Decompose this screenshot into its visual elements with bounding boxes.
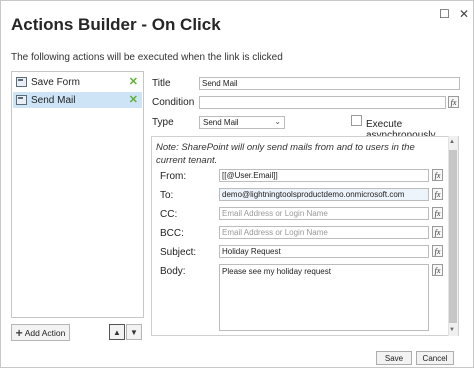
- maximize-icon[interactable]: ☐: [439, 7, 450, 21]
- dialog-subtitle: The following actions will be executed w…: [11, 52, 283, 63]
- bcc-input[interactable]: Email Address or Login Name: [219, 226, 429, 239]
- cc-input[interactable]: Email Address or Login Name: [219, 207, 429, 220]
- remove-action-icon[interactable]: ✕: [129, 93, 138, 106]
- move-down-button[interactable]: ▼: [126, 324, 142, 340]
- to-label: To:: [160, 190, 174, 201]
- dialog-title: Actions Builder - On Click: [11, 15, 221, 34]
- remove-action-icon[interactable]: ✕: [129, 75, 138, 88]
- list-item-send-mail[interactable]: Send Mail ✕: [13, 92, 142, 108]
- from-label: From:: [160, 171, 187, 182]
- type-select-value: Send Mail: [203, 118, 239, 127]
- actions-list: Save Form ✕ Send Mail ✕: [11, 71, 144, 318]
- cancel-button[interactable]: Cancel: [416, 351, 454, 365]
- cc-formula-icon[interactable]: fx: [432, 207, 443, 219]
- condition-formula-icon[interactable]: fx: [448, 96, 459, 108]
- to-formula-icon[interactable]: fx: [432, 188, 443, 200]
- bcc-formula-icon[interactable]: fx: [432, 226, 443, 238]
- scrollbar-thumb[interactable]: [449, 150, 457, 323]
- condition-input[interactable]: [199, 96, 446, 109]
- list-item-save-form[interactable]: Save Form ✕: [13, 74, 142, 90]
- type-label: Type: [152, 117, 174, 128]
- execute-async-checkbox[interactable]: [351, 115, 362, 126]
- add-action-label: Add Action: [24, 327, 66, 338]
- actions-builder-dialog: Actions Builder - On Click ☐ ✕ The follo…: [0, 0, 474, 368]
- subject-input[interactable]: Holiday Request: [219, 245, 429, 258]
- down-arrow-icon: ▼: [130, 327, 138, 337]
- list-item-label: Save Form: [31, 76, 80, 88]
- move-up-button[interactable]: ▲: [109, 324, 125, 340]
- plus-icon: +: [15, 325, 23, 340]
- body-formula-icon[interactable]: fx: [432, 264, 443, 276]
- bcc-label: BCC:: [160, 228, 184, 239]
- body-label: Body:: [160, 266, 186, 277]
- list-item-label: Send Mail: [31, 94, 76, 106]
- subject-label: Subject:: [160, 247, 197, 258]
- scroll-down-icon[interactable]: ▼: [449, 327, 455, 333]
- type-select[interactable]: Send Mail ⌄: [199, 116, 285, 129]
- title-input[interactable]: Send Mail: [199, 77, 460, 90]
- cc-label: CC:: [160, 209, 178, 220]
- save-button[interactable]: Save: [376, 351, 412, 365]
- scroll-up-icon[interactable]: ▲: [449, 139, 455, 145]
- add-action-button[interactable]: + Add Action: [11, 324, 70, 341]
- subject-formula-icon[interactable]: fx: [432, 245, 443, 257]
- chevron-down-icon: ⌄: [274, 117, 281, 126]
- close-icon[interactable]: ✕: [459, 7, 469, 21]
- mail-icon: [16, 95, 27, 105]
- tenant-note: Note: SharePoint will only send mails fr…: [156, 142, 415, 166]
- to-input[interactable]: demo@lightningtoolsproductdemo.onmicroso…: [219, 188, 429, 201]
- up-arrow-icon: ▲: [113, 327, 121, 337]
- body-textarea[interactable]: Please see my holiday request: [219, 264, 429, 331]
- title-label: Title: [152, 78, 171, 89]
- from-formula-icon[interactable]: fx: [432, 169, 443, 181]
- condition-label: Condition: [152, 97, 195, 108]
- from-input[interactable]: [[@User.Email]]: [219, 169, 429, 182]
- form-icon: [16, 77, 27, 87]
